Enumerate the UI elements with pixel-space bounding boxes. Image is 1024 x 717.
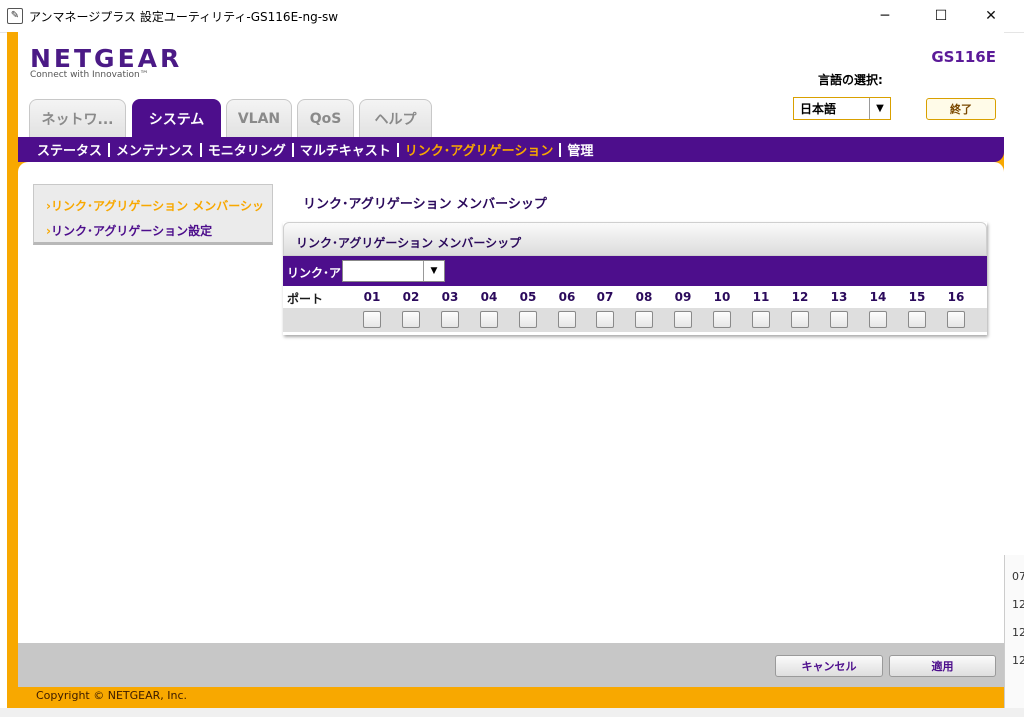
port-number: 01	[363, 290, 381, 304]
port-number: 15	[908, 290, 926, 304]
port-checkbox-06[interactable]	[558, 311, 576, 328]
lag-label: リンク･ア	[287, 266, 342, 280]
port-number: 07	[596, 290, 614, 304]
app-icon: ✎	[7, 8, 23, 24]
port-checkbox-08[interactable]	[635, 311, 653, 328]
logo-tagline: Connect with Innovation™	[30, 70, 149, 80]
lag-select-row: リンク･ア ▼	[283, 256, 987, 286]
submenu-maintenance[interactable]: メンテナンス	[116, 140, 194, 159]
tab-vlan[interactable]: VLAN	[226, 99, 292, 137]
main-content: ›リンク･アグリゲーション メンバーシッ ›リンク･アグリゲーション設定 リンク…	[18, 162, 1004, 643]
button-bar: キャンセル 適用	[18, 643, 1004, 687]
copyright-text: Copyright © NETGEAR, Inc.	[36, 689, 188, 702]
minimize-button[interactable]: ─	[862, 0, 908, 32]
background-text: 12	[1012, 598, 1024, 611]
chevron-down-icon: ▼	[423, 261, 444, 281]
app-frame: NETGEAR Connect with Innovation™ GS116E …	[7, 32, 1004, 708]
port-number: 02	[402, 290, 420, 304]
lag-id-select[interactable]: ▼	[342, 260, 445, 282]
port-checkbox-14[interactable]	[869, 311, 887, 328]
port-checkbox-03[interactable]	[441, 311, 459, 328]
cancel-button[interactable]: キャンセル	[775, 655, 883, 677]
close-button[interactable]: ✕	[968, 0, 1014, 32]
submenu-divider	[199, 142, 202, 157]
port-number: 06	[558, 290, 576, 304]
port-number: 11	[752, 290, 770, 304]
port-number: 03	[441, 290, 459, 304]
model-name: GS116E	[931, 48, 996, 66]
tab-network[interactable]: ネットワ...	[29, 99, 126, 137]
language-select[interactable]: 日本語 ▼	[793, 97, 891, 120]
port-checkbox-04[interactable]	[480, 311, 498, 328]
port-checkbox-02[interactable]	[402, 311, 420, 328]
maximize-button[interactable]: ☐	[918, 0, 964, 32]
port-checkbox-11[interactable]	[752, 311, 770, 328]
panel-title: リンク･アグリゲーション メンバーシップ	[296, 236, 522, 250]
background-text: 12	[1012, 626, 1024, 639]
submenu-bar: ステータス メンテナンス モニタリング マルチキャスト リンク･アグリゲーション…	[18, 137, 1004, 162]
submenu-divider	[291, 142, 294, 157]
port-checkbox-10[interactable]	[713, 311, 731, 328]
language-value: 日本語	[800, 102, 837, 116]
submenu-status[interactable]: ステータス	[37, 140, 102, 159]
panel-header: リンク･アグリゲーション メンバーシップ	[283, 222, 987, 256]
language-label: 言語の選択:	[818, 73, 883, 87]
port-checkbox-05[interactable]	[519, 311, 537, 328]
background-strip	[0, 708, 1024, 717]
submenu-monitoring[interactable]: モニタリング	[208, 140, 286, 159]
background-text: 07	[1012, 570, 1024, 583]
submenu-divider	[559, 142, 562, 157]
page-title: リンク･アグリゲーション メンバーシップ	[303, 197, 547, 212]
logout-button[interactable]: 終了	[926, 98, 996, 120]
tab-system[interactable]: システム	[132, 99, 221, 137]
port-number: 04	[480, 290, 498, 304]
apply-button[interactable]: 適用	[889, 655, 996, 677]
port-number: 14	[869, 290, 887, 304]
port-number: 16	[947, 290, 965, 304]
port-checkbox-07[interactable]	[596, 311, 614, 328]
port-checkbox-01[interactable]	[363, 311, 381, 328]
submenu-multicast[interactable]: マルチキャスト	[300, 140, 391, 159]
nav-item-label: リンク･アグリゲーション設定	[50, 224, 213, 238]
nav-item-label: リンク･アグリゲーション メンバーシッ	[50, 199, 265, 213]
port-number: 05	[519, 290, 537, 304]
port-number: 12	[791, 290, 809, 304]
nav-item-lag-membership[interactable]: ›リンク･アグリゲーション メンバーシッ	[46, 197, 268, 214]
submenu-link-aggregation[interactable]: リンク･アグリゲーション	[405, 140, 554, 159]
port-checkbox-09[interactable]	[674, 311, 692, 328]
nav-item-lag-settings[interactable]: ›リンク･アグリゲーション設定	[46, 222, 268, 239]
port-checkbox-13[interactable]	[830, 311, 848, 328]
port-number: 13	[830, 290, 848, 304]
port-number: 08	[635, 290, 653, 304]
tab-help[interactable]: ヘルプ	[359, 99, 432, 137]
background-text: 12	[1012, 654, 1024, 667]
port-number: 09	[674, 290, 692, 304]
port-checkbox-12[interactable]	[791, 311, 809, 328]
header: NETGEAR Connect with Innovation™ GS116E …	[18, 32, 1004, 137]
port-header-row: ポート 01 02 03 04 05 06 07 08 09 10 11 12 …	[283, 286, 987, 308]
netgear-logo: NETGEAR	[30, 44, 183, 73]
submenu-management[interactable]: 管理	[567, 140, 593, 159]
port-checkbox-16[interactable]	[947, 311, 965, 328]
port-checkbox-15[interactable]	[908, 311, 926, 328]
submenu-divider	[396, 142, 399, 157]
window-titlebar: ✎ アンマネージプラス 設定ユーティリティ-GS116E-ng-sw ─ ☐ ✕	[0, 0, 1024, 33]
window-title: アンマネージプラス 設定ユーティリティ-GS116E-ng-sw	[29, 9, 339, 24]
left-nav: ›リンク･アグリゲーション メンバーシッ ›リンク･アグリゲーション設定	[33, 184, 273, 245]
chevron-down-icon: ▼	[869, 98, 890, 119]
lag-membership-panel: リンク･アグリゲーション メンバーシップ リンク･ア ▼ ポート 01 02 0…	[283, 222, 987, 335]
port-label: ポート	[287, 292, 324, 306]
submenu-divider	[108, 142, 111, 157]
port-checkbox-row	[283, 308, 987, 332]
tab-qos[interactable]: QoS	[297, 99, 354, 137]
port-number: 10	[713, 290, 731, 304]
